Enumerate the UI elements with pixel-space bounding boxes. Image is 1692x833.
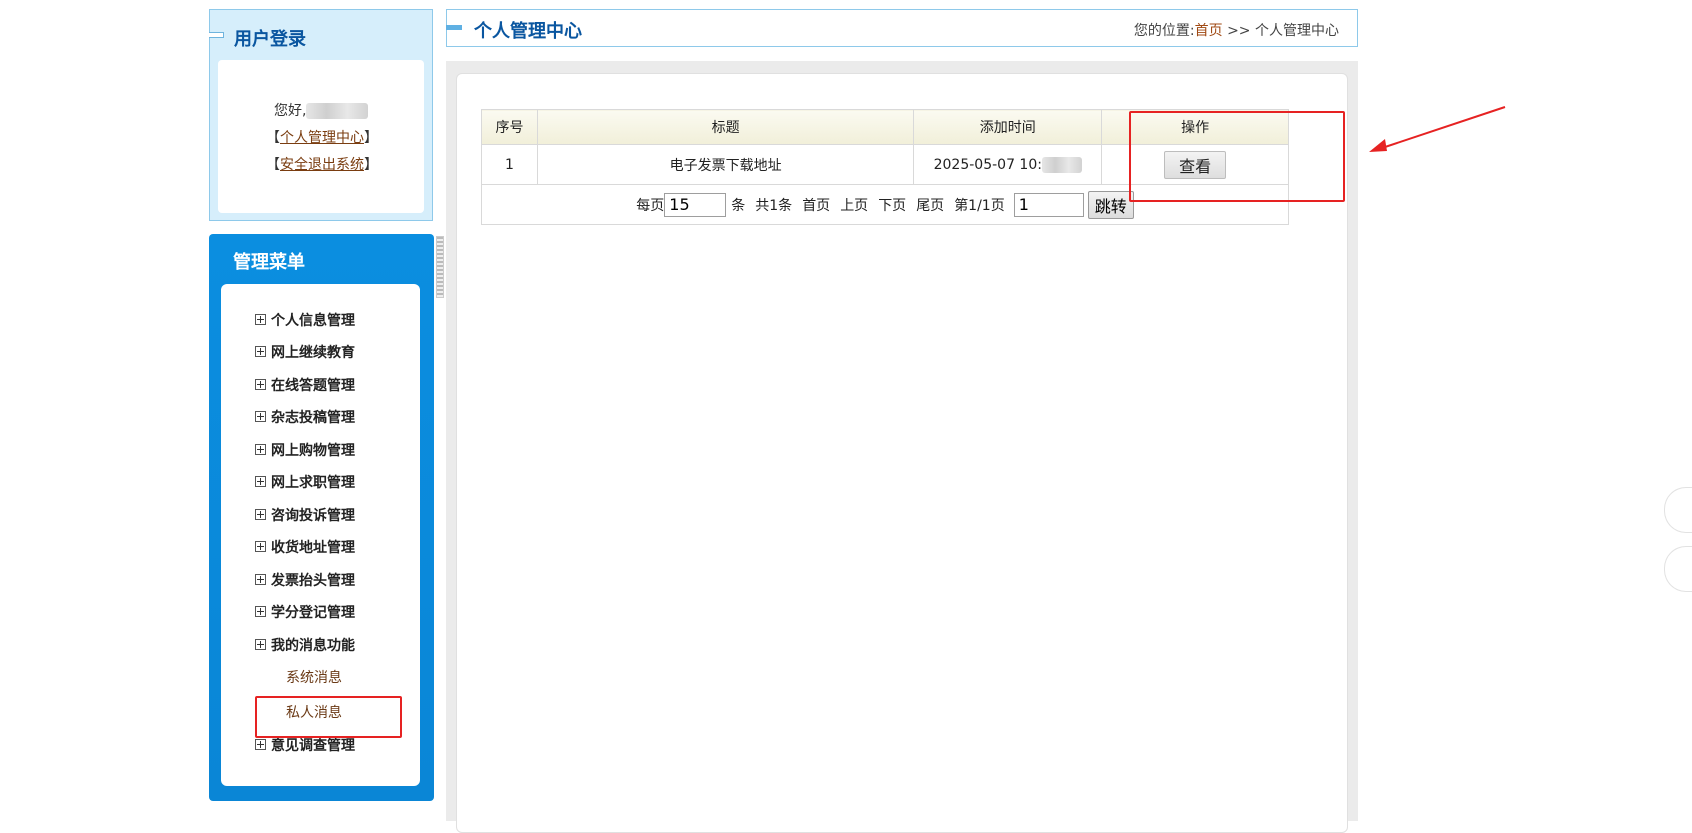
menu-item-magazine-submission[interactable]: 杂志投稿管理	[255, 407, 355, 427]
menu-item-label: 发票抬头管理	[271, 573, 355, 589]
main-header-bar: 个人管理中心 您的位置:首页 >> 个人管理中心	[446, 9, 1358, 47]
side-float-button[interactable]	[1664, 546, 1692, 592]
expand-plus-icon	[255, 443, 266, 455]
bracket-close: 】	[364, 157, 378, 173]
menu-item-label: 我的消息功能	[271, 638, 355, 654]
column-header-title: 标题	[536, 109, 915, 145]
menu-item-online-shopping[interactable]: 网上购物管理	[255, 440, 355, 460]
expand-plus-icon	[255, 573, 266, 585]
menu-item-online-education[interactable]: 网上继续教育	[255, 342, 355, 362]
page-info: 第1/1页	[954, 197, 1005, 214]
annotation-highlight-private-messages	[255, 696, 402, 738]
bracket-close: 】	[364, 130, 378, 146]
column-header-index: 序号	[481, 109, 538, 145]
header-marker	[446, 25, 462, 30]
cell-index: 1	[481, 144, 538, 185]
jump-button[interactable]: 跳转	[1087, 190, 1134, 219]
menu-item-my-messages[interactable]: 我的消息功能	[255, 635, 355, 655]
greeting-text: 您好,	[274, 103, 307, 119]
menu-item-label: 个人信息管理	[271, 313, 355, 329]
cell-time: 2025-05-07 10:	[913, 144, 1103, 185]
annotation-highlight-action	[1129, 111, 1345, 202]
login-panel-title: 用户登录	[234, 29, 306, 50]
expand-plus-icon	[255, 508, 266, 520]
first-page-link[interactable]: 首页	[802, 195, 830, 215]
center-link-line: 【个人管理中心】	[266, 127, 378, 147]
bracket-open: 【	[266, 130, 280, 146]
menu-title: 管理菜单	[233, 252, 305, 273]
menu-item-job-search[interactable]: 网上求职管理	[255, 472, 355, 492]
menu-item-label: 在线答题管理	[271, 378, 355, 394]
pagination: 每页 条 共1条 首页 上页 下页 尾页 第1/1页 跳转	[636, 190, 1134, 219]
menu-item-online-quiz[interactable]: 在线答题管理	[255, 375, 355, 395]
per-page-label: 每页	[636, 197, 665, 214]
breadcrumb-current: 个人管理中心	[1255, 23, 1339, 39]
expand-plus-icon	[255, 540, 266, 552]
breadcrumb-prefix: 您的位置:	[1133, 23, 1195, 39]
menu-item-label: 杂志投稿管理	[271, 410, 355, 426]
submenu-system-messages[interactable]: 系统消息	[286, 667, 342, 687]
expand-plus-icon	[255, 410, 266, 422]
per-page-unit: 条	[731, 197, 746, 214]
cell-title: 电子发票下载地址	[536, 144, 915, 185]
greeting-line: 您好,	[274, 100, 369, 120]
prev-page-link[interactable]: 上页	[840, 195, 868, 215]
menu-item-complaints[interactable]: 咨询投诉管理	[255, 505, 355, 525]
personal-center-link[interactable]: 个人管理中心	[280, 130, 364, 146]
expand-plus-icon	[255, 638, 266, 650]
blurred-username	[306, 103, 369, 119]
expand-plus-icon	[255, 605, 266, 617]
login-panel: 用户登录 您好, 【个人管理中心】 【安全退出系统】	[209, 9, 433, 221]
time-text: 2025-05-07 10:	[933, 156, 1042, 173]
menu-item-credit-registration[interactable]: 学分登记管理	[255, 602, 355, 622]
expand-plus-icon	[255, 378, 266, 390]
breadcrumb-separator: >>	[1222, 23, 1255, 39]
menu-item-label: 网上求职管理	[271, 475, 355, 491]
logout-link-line: 【安全退出系统】	[266, 154, 378, 174]
total-count: 共1条	[755, 197, 793, 214]
menu-item-label: 咨询投诉管理	[271, 508, 355, 524]
expand-plus-icon	[255, 313, 266, 325]
column-header-time: 添加时间	[913, 109, 1103, 145]
expand-plus-icon	[255, 738, 266, 750]
panel-header-marker	[209, 32, 224, 38]
login-panel-body: 您好, 【个人管理中心】 【安全退出系统】	[218, 60, 424, 213]
sidebar-splitter-handle[interactable]	[436, 236, 444, 298]
logout-link[interactable]: 安全退出系统	[280, 157, 364, 173]
breadcrumb-home-link[interactable]: 首页	[1195, 23, 1223, 39]
annotation-arrow-icon	[1369, 106, 1506, 152]
menu-item-label: 意见调查管理	[271, 738, 355, 754]
menu-item-label: 收货地址管理	[271, 540, 355, 556]
expand-plus-icon	[255, 475, 266, 487]
menu-item-personal-info[interactable]: 个人信息管理	[255, 310, 355, 330]
page-title: 个人管理中心	[474, 21, 582, 42]
per-page-input[interactable]	[664, 192, 727, 217]
menu-item-label: 网上购物管理	[271, 443, 355, 459]
menu-item-label: 网上继续教育	[271, 345, 355, 361]
menu-item-survey[interactable]: 意见调查管理	[255, 735, 355, 755]
last-page-link[interactable]: 尾页	[916, 195, 944, 215]
bracket-open: 【	[266, 157, 280, 173]
menu-item-label: 学分登记管理	[271, 605, 355, 621]
goto-page-input[interactable]	[1013, 192, 1084, 217]
side-float-button[interactable]	[1664, 487, 1692, 533]
blurred-time	[1041, 156, 1082, 173]
expand-plus-icon	[255, 345, 266, 357]
menu-item-shipping-address[interactable]: 收货地址管理	[255, 537, 355, 557]
breadcrumb: 您的位置:首页 >> 个人管理中心	[1134, 20, 1339, 40]
next-page-link[interactable]: 下页	[878, 195, 906, 215]
menu-item-invoice-header[interactable]: 发票抬头管理	[255, 570, 355, 590]
